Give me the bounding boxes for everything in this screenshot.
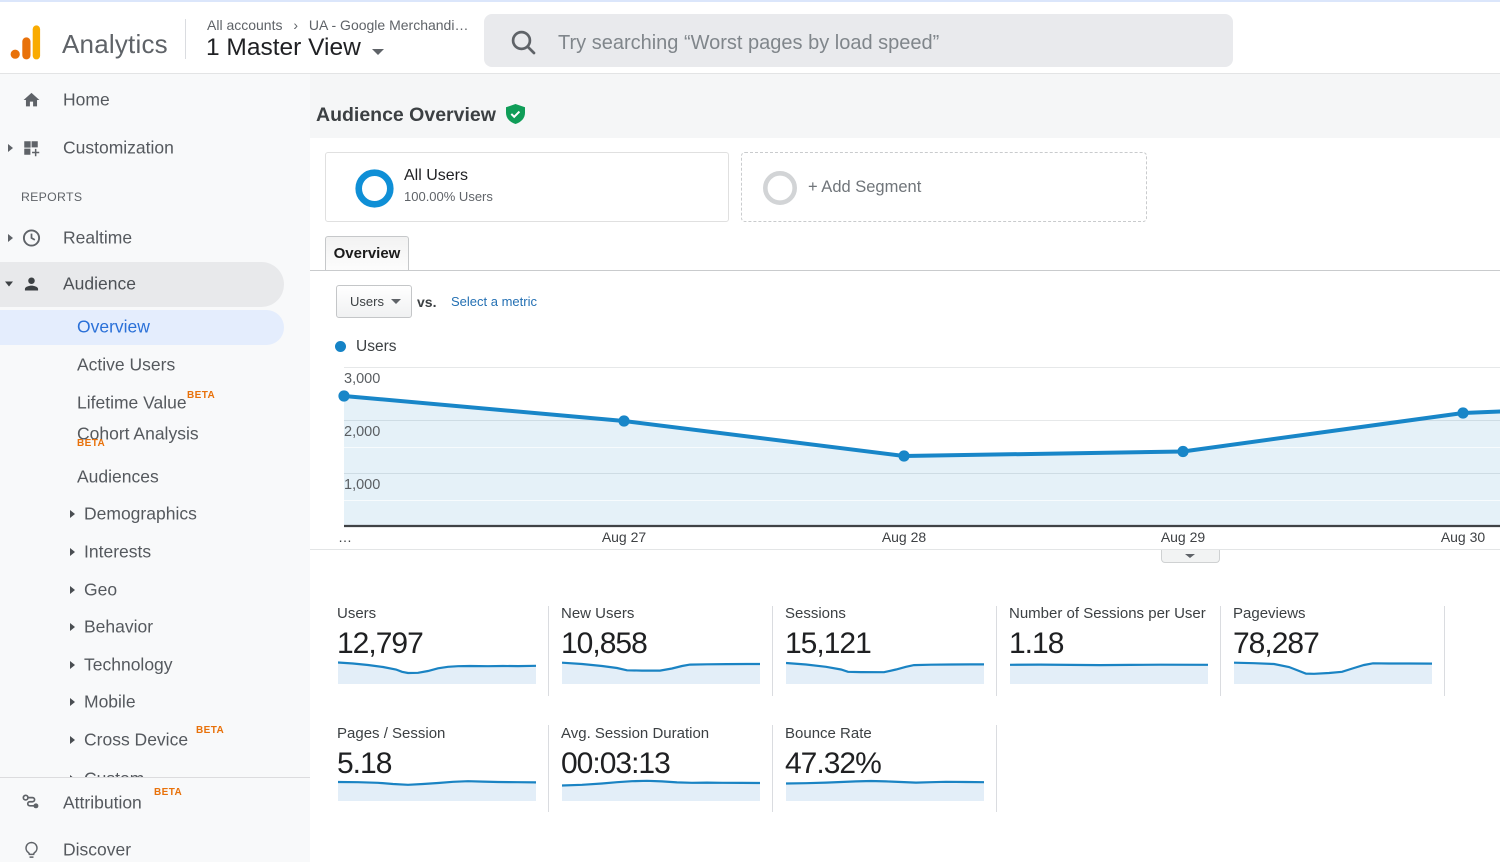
svg-text:1,000: 1,000 [344,477,380,493]
svg-text:Aug 27: Aug 27 [602,529,647,545]
svg-text:…: … [338,529,352,545]
svg-text:Aug 30: Aug 30 [1441,529,1486,545]
svg-text:Aug 29: Aug 29 [1161,529,1206,545]
svg-text:2,000: 2,000 [344,424,380,440]
svg-text:Aug 28: Aug 28 [882,529,927,545]
svg-text:3,000: 3,000 [344,371,380,387]
